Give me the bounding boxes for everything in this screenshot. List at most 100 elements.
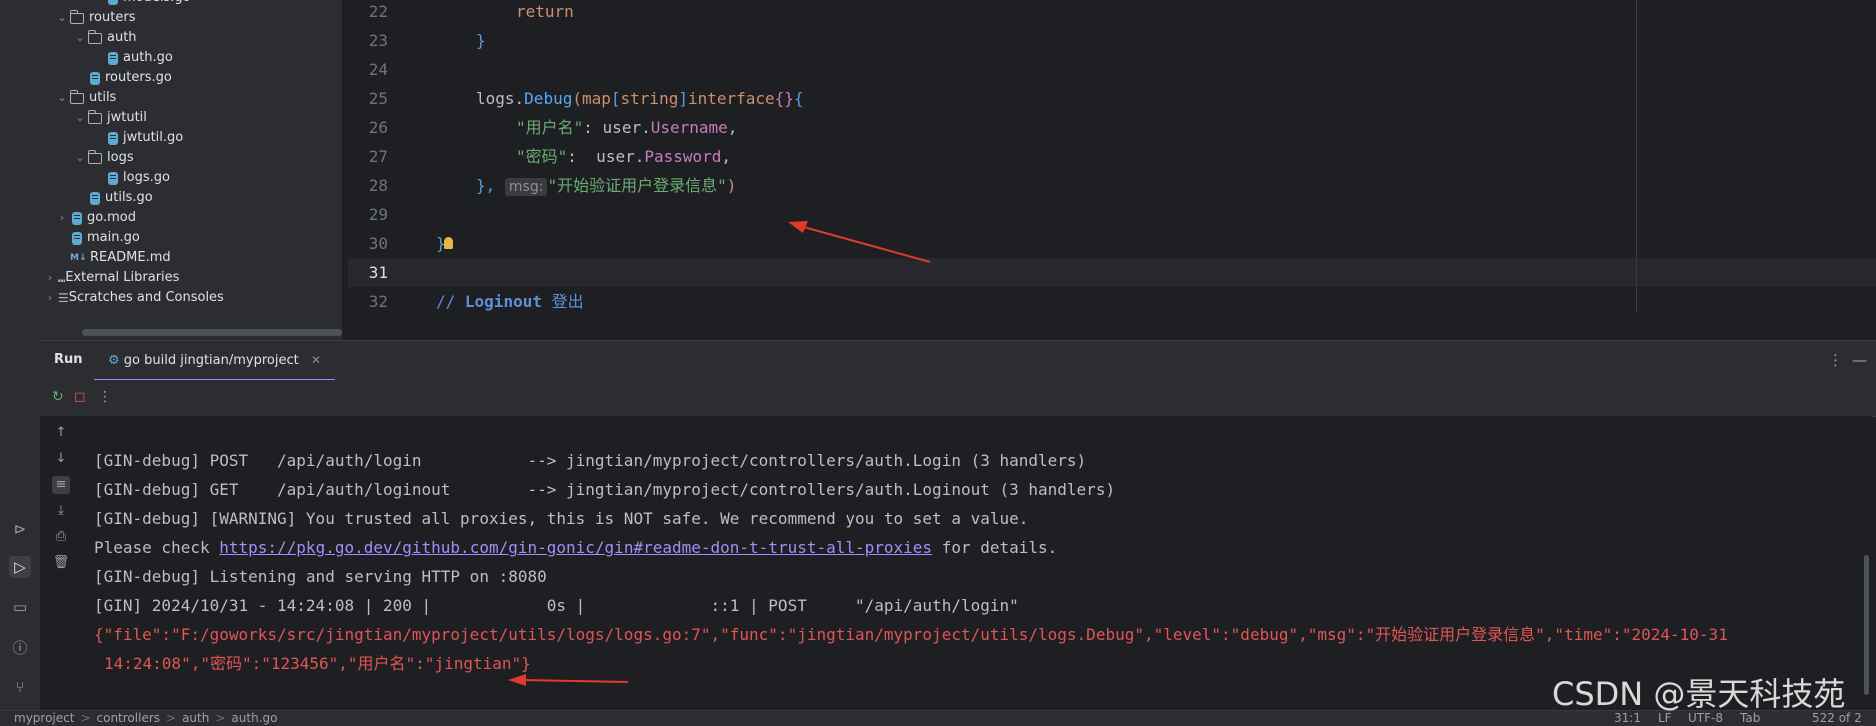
token: . — [514, 89, 525, 108]
tree-item[interactable]: models.go — [90, 0, 191, 8]
tree-horizontal-scrollbar[interactable] — [82, 329, 342, 336]
scroll-up-icon[interactable]: ↑ — [52, 424, 70, 442]
more-options-icon[interactable]: ⋮ — [1828, 351, 1843, 369]
braces: {} — [774, 89, 794, 108]
comment: 登出 — [541, 292, 584, 311]
tree-item-label: auth — [107, 30, 137, 45]
services-icon[interactable]: ⊳ — [9, 518, 31, 540]
folder-icon — [88, 109, 102, 124]
go-file-icon — [108, 0, 118, 5]
scroll-to-end-icon[interactable]: ⤓ — [52, 502, 70, 520]
paren: ) — [726, 176, 737, 195]
check-prefix: Please check — [94, 538, 220, 557]
comment-name: Loginout — [464, 292, 542, 311]
project-tree: models.go⌄routers⌄authauth.gorouters.go⌄… — [40, 0, 342, 340]
paren: ( — [572, 89, 582, 108]
minimize-icon[interactable]: — — [1852, 351, 1867, 369]
more-actions-icon[interactable]: ⋮ — [98, 389, 112, 405]
tree-item[interactable]: › ⑉ External Libraries — [42, 268, 180, 288]
folder-icon — [70, 89, 84, 104]
console-line-check: Please check https://pkg.go.dev/github.c… — [94, 533, 1057, 562]
tree-item[interactable]: ⌄ routers — [54, 8, 135, 28]
string-literal: "用户名" — [516, 118, 584, 137]
code-editor[interactable]: 22 23 24 25 26 27 28 29 30 31 32 return } logs.Deb… — [348, 0, 1876, 313]
breadcrumb-item[interactable]: myproject — [14, 711, 74, 725]
brace: }, — [476, 176, 496, 195]
git-icon[interactable]: ⑂ — [9, 676, 31, 698]
print-icon[interactable]: ⎙ — [52, 528, 70, 546]
tree-item-label: External Libraries — [65, 270, 180, 285]
chevron-right-icon[interactable]: › — [54, 208, 70, 228]
function-call: Debug — [524, 89, 573, 108]
chevron-down-icon[interactable]: ⌄ — [72, 148, 88, 168]
markdown-file-icon: M↓ — [70, 253, 87, 263]
chevron-right-icon[interactable]: › — [42, 288, 58, 308]
breadcrumb: myproject > controllers > auth > auth.go — [14, 711, 278, 725]
lightbulb-icon[interactable] — [444, 237, 453, 249]
chevron-down-icon[interactable]: ⌄ — [72, 28, 88, 48]
line-number: 25 — [368, 89, 388, 108]
console-scrollbar[interactable] — [1864, 555, 1869, 695]
brace: { — [793, 89, 804, 108]
stop-icon[interactable]: ◻ — [74, 389, 86, 405]
terminal-icon[interactable]: ▭ — [9, 596, 31, 618]
close-icon[interactable]: ✕ — [311, 353, 321, 367]
tree-item-label: auth.go — [123, 50, 173, 65]
tree-item[interactable]: ⌄ logs — [72, 148, 134, 168]
scroll-down-icon[interactable]: ↓ — [52, 450, 70, 468]
chevron-down-icon[interactable]: ⌄ — [72, 108, 88, 128]
tree-item-label: models.go — [123, 0, 191, 8]
tab-go-build[interactable]: ⚙ go build jingtian/myproject ✕ — [94, 341, 335, 381]
string-literal: "开始验证用户登录信息" — [547, 176, 727, 195]
go-file-icon — [108, 131, 118, 145]
soft-wrap-icon[interactable]: ≡ — [52, 476, 70, 494]
tree-item[interactable]: jwtutil.go — [90, 128, 183, 148]
tree-item[interactable]: › ☰ Scratches and Consoles — [42, 288, 224, 308]
tree-item[interactable]: ⌄ utils — [54, 88, 116, 108]
code-line-32: // Loginout 登出 — [436, 287, 584, 313]
chevron-right-icon[interactable]: › — [42, 268, 58, 288]
breadcrumb-item[interactable]: auth — [182, 711, 209, 725]
library-icon: ⑉ — [58, 271, 66, 285]
console-output[interactable]: [GIN-debug] POST /api/auth/login --> jin… — [80, 416, 1872, 710]
proxies-doc-link[interactable]: https://pkg.go.dev/github.com/gin-gonic/… — [219, 538, 932, 557]
chevron-down-icon[interactable]: ⌄ — [54, 8, 70, 28]
code-line-23: } — [476, 26, 486, 55]
line-number: 30 — [368, 234, 388, 253]
tree-item-label: main.go — [87, 230, 140, 245]
tree-item[interactable]: auth.go — [90, 48, 173, 68]
folder-icon — [88, 29, 102, 44]
rerun-icon[interactable]: ↻ — [52, 389, 64, 405]
run-icon[interactable]: ▷ — [9, 556, 31, 578]
tree-item[interactable]: M↓ README.md — [54, 248, 171, 268]
tree-item[interactable]: logs.go — [90, 168, 170, 188]
line-number: 24 — [368, 60, 388, 79]
tree-item[interactable]: ⌄ jwtutil — [72, 108, 147, 128]
clear-trash-icon[interactable]: 🗑 — [52, 554, 70, 572]
tree-item[interactable]: routers.go — [72, 68, 172, 88]
go-file-icon — [90, 191, 100, 205]
problems-icon[interactable]: ⓘ — [9, 636, 31, 658]
code-line-26: "用户名": user.Username, — [516, 113, 737, 142]
tree-item[interactable]: main.go — [54, 228, 140, 248]
tree-item[interactable]: › go.mod — [54, 208, 136, 228]
tree-item[interactable]: utils.go — [72, 188, 153, 208]
breadcrumb-item[interactable]: controllers — [97, 711, 161, 725]
tab-label: go build jingtian/myproject — [123, 353, 299, 368]
chevron-down-icon[interactable]: ⌄ — [54, 88, 70, 108]
line-number: 22 — [368, 2, 388, 21]
run-window-title: Run — [54, 352, 83, 367]
breadcrumb-item[interactable]: auth.go — [231, 711, 277, 725]
check-suffix: for details. — [932, 538, 1058, 557]
tree-item-label: routers.go — [105, 70, 172, 85]
field-name: Password — [644, 147, 722, 166]
line-number: 32 — [368, 292, 388, 311]
console-json-line: {"file":"F:/goworks/src/jingtian/myproje… — [94, 625, 1728, 644]
right-margin-guide — [1636, 0, 1637, 313]
code-line-27: "密码": user.Password, — [516, 142, 731, 171]
run-toolbar: ↻ ◻ ⋮ — [40, 380, 1876, 417]
line-number: 26 — [368, 118, 388, 137]
console-line: [GIN-debug] Listening and serving HTTP o… — [94, 567, 547, 586]
token: , — [727, 118, 738, 137]
tree-item[interactable]: ⌄ auth — [72, 28, 137, 48]
